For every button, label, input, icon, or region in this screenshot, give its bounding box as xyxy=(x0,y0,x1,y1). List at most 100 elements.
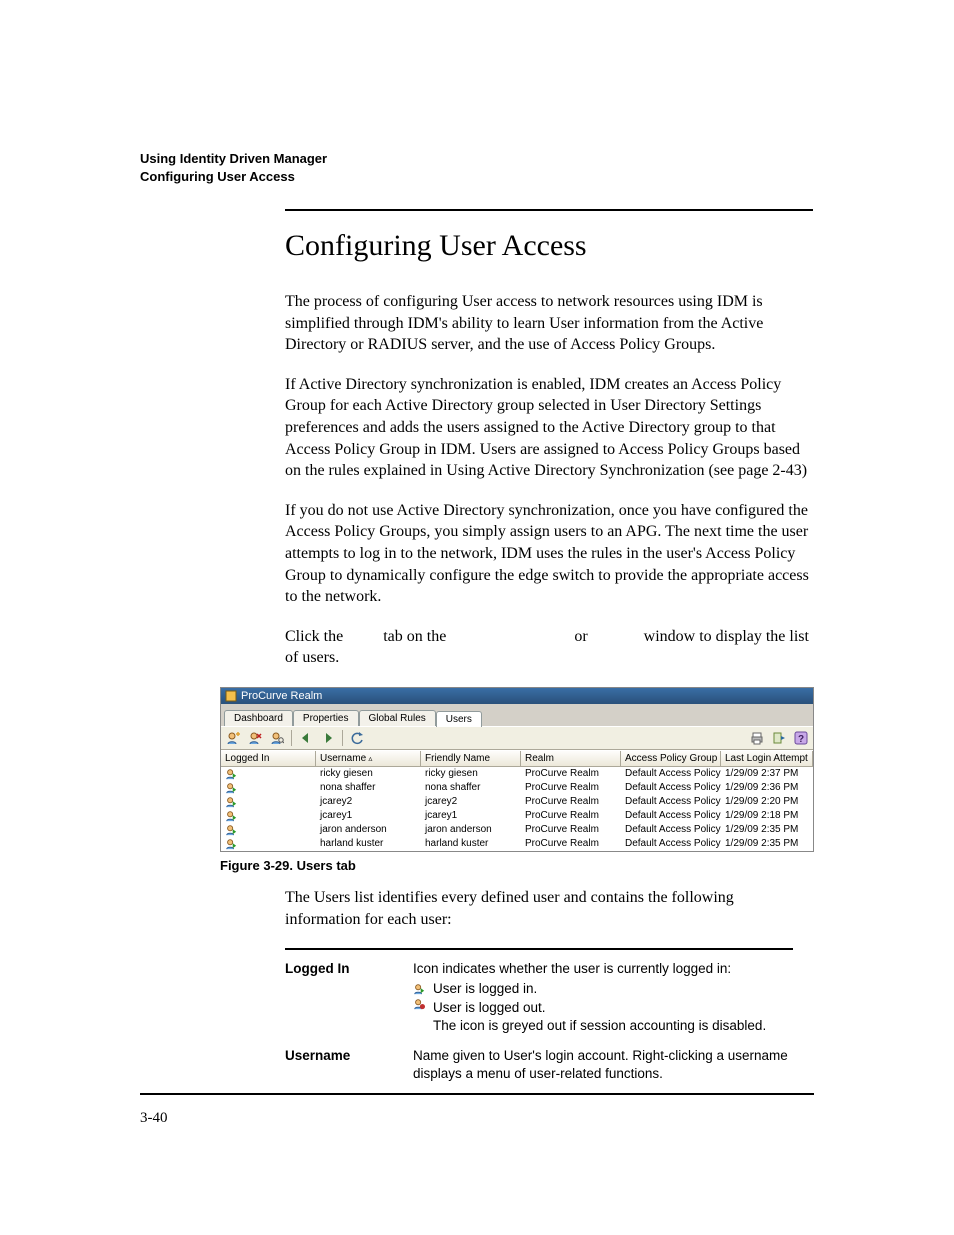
cell-username: ricky giesen xyxy=(316,767,421,781)
body-paragraph: The process of configuring User access t… xyxy=(285,291,813,356)
delete-user-icon[interactable] xyxy=(245,728,265,748)
cell-friendly-name: jcarey1 xyxy=(421,809,521,823)
cell-last-login: 1/29/09 2:18 PM xyxy=(721,809,813,823)
cell-realm: ProCurve Realm xyxy=(521,767,621,781)
cell-last-login: 1/29/09 2:20 PM xyxy=(721,795,813,809)
cell-apg: Default Access Policy Gro... xyxy=(621,781,721,795)
chapter-header: Using Identity Driven Manager Configurin… xyxy=(140,150,814,185)
cell-logged-in xyxy=(221,781,316,795)
user-logged-in-icon xyxy=(225,768,237,780)
cell-friendly-name: jaron anderson xyxy=(421,823,521,837)
cell-friendly-name: nona shaffer xyxy=(421,781,521,795)
forward-icon[interactable] xyxy=(318,728,338,748)
cell-realm: ProCurve Realm xyxy=(521,781,621,795)
cell-apg: Default Access Policy Gro... xyxy=(621,809,721,823)
col-realm[interactable]: Realm xyxy=(521,751,621,767)
cell-friendly-name: jcarey2 xyxy=(421,795,521,809)
table-row[interactable]: harland kusterharland kusterProCurve Rea… xyxy=(221,837,813,851)
tab-users[interactable]: Users xyxy=(436,711,482,727)
tab-bar: Dashboard Properties Global Rules Users xyxy=(221,704,813,726)
table-row[interactable]: ricky giesenricky giesenProCurve RealmDe… xyxy=(221,767,813,781)
col-friendly-name[interactable]: Friendly Name xyxy=(421,751,521,767)
col-access-policy-group[interactable]: Access Policy Group xyxy=(621,751,721,767)
refresh-icon[interactable] xyxy=(347,728,367,748)
cell-last-login: 1/29/09 2:35 PM xyxy=(721,837,813,851)
add-user-icon[interactable] xyxy=(223,728,243,748)
window-title: ProCurve Realm xyxy=(241,690,322,702)
user-logged-in-icon xyxy=(225,838,237,850)
cell-logged-in xyxy=(221,809,316,823)
definition-sub: User is logged out. xyxy=(433,999,766,1017)
definition-label: Logged In xyxy=(285,960,413,1035)
cell-apg: Default Access Policy Gro... xyxy=(621,767,721,781)
col-username[interactable]: Username xyxy=(316,751,421,767)
window-procurve-realm: ProCurve Realm Dashboard Properties Glob… xyxy=(220,687,814,852)
definition-label: Username xyxy=(285,1047,413,1085)
user-logged-in-icon xyxy=(225,810,237,822)
body-paragraph: The Users list identifies every defined … xyxy=(285,887,813,930)
table-row[interactable]: jcarey2jcarey2ProCurve RealmDefault Acce… xyxy=(221,795,813,809)
toolbar-separator xyxy=(291,730,292,746)
back-icon[interactable] xyxy=(296,728,316,748)
export-icon[interactable] xyxy=(769,728,789,748)
user-logged-out-icon xyxy=(413,997,425,1009)
table-row[interactable]: jaron andersonjaron andersonProCurve Rea… xyxy=(221,823,813,837)
body-paragraph: If you do not use Active Directory synch… xyxy=(285,500,813,608)
definition-text: Name given to User's login account. Righ… xyxy=(413,1047,793,1083)
cell-realm: ProCurve Realm xyxy=(521,837,621,851)
cell-logged-in xyxy=(221,767,316,781)
cell-friendly-name: ricky giesen xyxy=(421,767,521,781)
definition-sub: The icon is greyed out if session accoun… xyxy=(433,1017,766,1035)
body-paragraph: Click the tab on the or window to displa… xyxy=(285,626,813,669)
cell-username: harland kuster xyxy=(316,837,421,851)
table-body: ricky giesenricky giesenProCurve RealmDe… xyxy=(221,767,813,851)
table-rule xyxy=(285,948,793,950)
window-titlebar: ProCurve Realm xyxy=(221,688,813,704)
chapter-header-line: Configuring User Access xyxy=(140,168,814,186)
user-logged-in-icon xyxy=(225,782,237,794)
cell-realm: ProCurve Realm xyxy=(521,809,621,823)
cell-apg: Default Access Policy Gro... xyxy=(621,795,721,809)
tab-dashboard[interactable]: Dashboard xyxy=(224,710,293,726)
definition-row-username: Username Name given to User's login acco… xyxy=(285,1047,813,1085)
cell-last-login: 1/29/09 2:35 PM xyxy=(721,823,813,837)
footer-rule xyxy=(140,1093,814,1095)
cell-apg: Default Access Policy Gro... xyxy=(621,837,721,851)
col-logged-in[interactable]: Logged In xyxy=(221,751,316,767)
chapter-header-line: Using Identity Driven Manager xyxy=(140,150,814,168)
cell-logged-in xyxy=(221,837,316,851)
find-user-icon[interactable] xyxy=(267,728,287,748)
definition-sub: User is logged in. xyxy=(433,980,766,998)
tab-global-rules[interactable]: Global Rules xyxy=(359,710,436,726)
cell-realm: ProCurve Realm xyxy=(521,823,621,837)
svg-text:?: ? xyxy=(798,734,804,745)
cell-last-login: 1/29/09 2:36 PM xyxy=(721,781,813,795)
print-icon[interactable] xyxy=(747,728,767,748)
table-row[interactable]: jcarey1jcarey1ProCurve RealmDefault Acce… xyxy=(221,809,813,823)
cell-username: jcarey1 xyxy=(316,809,421,823)
figure-caption: Figure 3-29. Users tab xyxy=(220,858,812,873)
cell-username: nona shaffer xyxy=(316,781,421,795)
definition-text: Icon indicates whether the user is curre… xyxy=(413,960,793,978)
col-last-login-attempt[interactable]: Last Login Attempt xyxy=(721,751,813,767)
table-row[interactable]: nona shaffernona shafferProCurve RealmDe… xyxy=(221,781,813,795)
cell-friendly-name: harland kuster xyxy=(421,837,521,851)
toolbar-separator xyxy=(342,730,343,746)
section-heading: Configuring User Access xyxy=(285,229,813,263)
window-icon xyxy=(225,690,237,702)
body-paragraph: If Active Directory synchronization is e… xyxy=(285,374,813,482)
cell-realm: ProCurve Realm xyxy=(521,795,621,809)
definition-table: Logged In Icon indicates whether the use… xyxy=(285,948,813,1085)
cell-apg: Default Access Policy Gro... xyxy=(621,823,721,837)
user-logged-in-icon xyxy=(413,982,425,994)
cell-logged-in xyxy=(221,823,316,837)
help-icon[interactable]: ? xyxy=(791,728,811,748)
rule-divider xyxy=(285,209,813,211)
cell-logged-in xyxy=(221,795,316,809)
user-logged-in-icon xyxy=(225,824,237,836)
user-logged-in-icon xyxy=(225,796,237,808)
tab-properties[interactable]: Properties xyxy=(293,710,359,726)
cell-username: jaron anderson xyxy=(316,823,421,837)
definition-row-logged-in: Logged In Icon indicates whether the use… xyxy=(285,960,813,1035)
toolbar: ? xyxy=(221,726,813,750)
